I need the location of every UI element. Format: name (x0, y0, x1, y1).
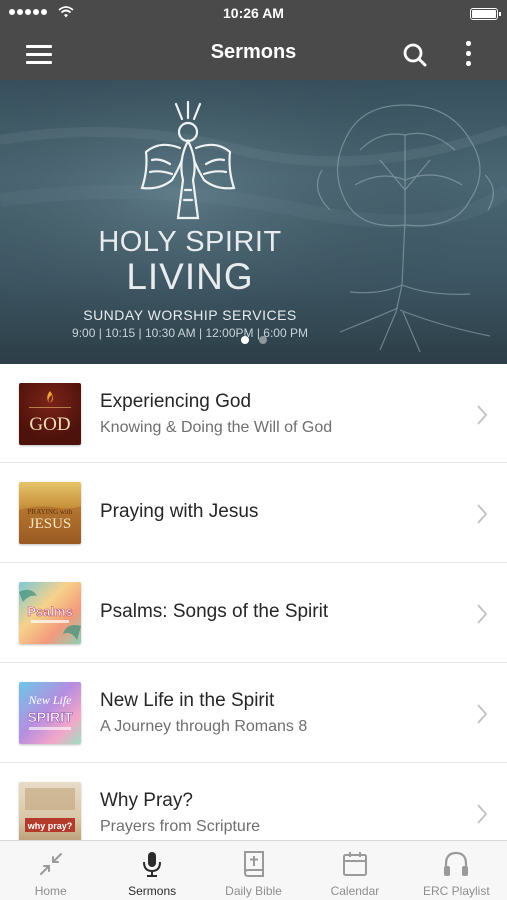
sermon-thumbnail: GOD (19, 383, 81, 445)
status-time: 10:26 AM (223, 5, 284, 21)
sermon-thumbnail: New Life SPIRIT (19, 682, 81, 744)
banner-title: HOLY SPIRIT (98, 226, 282, 258)
svg-text:why pray?: why pray? (27, 821, 73, 831)
sermon-subtitle: Knowing & Doing the Will of God (100, 419, 333, 436)
tab-sermons[interactable]: Sermons (101, 841, 202, 900)
page-dot[interactable] (258, 336, 267, 344)
tab-erc-playlist[interactable]: ERC Playlist (406, 841, 507, 900)
page-dot-active[interactable] (240, 336, 249, 344)
svg-text:GOD: GOD (29, 414, 70, 435)
featured-banner[interactable]: HOLY SPIRIT LIVING SUNDAY WORSHIP SERVIC… (0, 80, 507, 364)
svg-text:SPIRIT: SPIRIT (27, 709, 73, 725)
status-bar: 10:26 AM (0, 0, 507, 28)
chevron-right-icon (477, 604, 488, 624)
tab-daily-bible[interactable]: Daily Bible (203, 841, 304, 900)
search-icon[interactable] (400, 40, 430, 70)
tab-label: Home (34, 884, 67, 898)
sermon-thumbnail: PRAYING with JESUS (19, 482, 81, 544)
tab-bar: Home Sermons Daily Bible Calendar ERC Pl… (0, 840, 507, 900)
chevron-right-icon (477, 504, 488, 524)
sermon-thumbnail: Psalms (19, 582, 81, 644)
sermon-thumbnail: why pray? (19, 782, 81, 844)
sermon-text: Psalms: Songs of the Spirit (100, 601, 457, 623)
sermon-text: New Life in the Spirit A Journey through… (100, 690, 457, 736)
tab-calendar[interactable]: Calendar (304, 841, 405, 900)
sermon-text: Experiencing God Knowing & Doing the Wil… (100, 391, 457, 437)
sermon-title: Praying with Jesus (100, 501, 259, 522)
svg-text:New Life: New Life (27, 693, 72, 707)
banner-page-indicator[interactable] (0, 336, 507, 344)
sermon-subtitle: Prayers from Scripture (100, 818, 261, 835)
headphones-icon (444, 851, 469, 876)
menu-button[interactable] (22, 42, 56, 66)
tab-label: Sermons (128, 884, 177, 898)
page-title: Sermons (210, 41, 297, 63)
calendar-icon (342, 852, 367, 876)
svg-text:Psalms: Psalms (27, 604, 73, 619)
tab-label: Calendar (330, 884, 380, 898)
chevron-right-icon (477, 405, 488, 425)
sermon-title: Psalms: Songs of the Spirit (100, 601, 329, 622)
chevron-right-icon (477, 704, 488, 724)
tab-label: ERC Playlist (422, 884, 490, 898)
tab-label: Daily Bible (225, 884, 282, 898)
list-item[interactable]: GOD Experiencing God Knowing & Doing the… (0, 364, 507, 463)
sermon-text: Why Pray? Prayers from Scripture (100, 790, 457, 836)
svg-text:JESUS: JESUS (29, 516, 72, 532)
tab-home[interactable]: Home (0, 841, 101, 900)
battery-icon (470, 8, 501, 20)
list-item[interactable]: Psalms Psalms: Songs of the Spirit (0, 563, 507, 663)
microphone-icon (143, 852, 162, 877)
banner-subtitle: SUNDAY WORSHIP SERVICES (83, 307, 297, 323)
banner-title-line2: LIVING (126, 256, 254, 297)
svg-text:PRAYING with: PRAYING with (28, 508, 73, 516)
list-item[interactable]: PRAYING with JESUS Praying with Jesus (0, 463, 507, 563)
app-bar: Sermons (0, 28, 507, 80)
sermon-title: New Life in the Spirit (100, 690, 275, 711)
more-options-icon[interactable] (455, 38, 481, 70)
sermon-title: Why Pray? (100, 790, 193, 811)
chevron-right-icon (477, 804, 488, 824)
sermon-list: GOD Experiencing God Knowing & Doing the… (0, 364, 507, 863)
sermon-subtitle: A Journey through Romans 8 (100, 718, 308, 735)
list-item[interactable]: New Life SPIRIT New Life in the Spirit A… (0, 663, 507, 763)
collapse-arrows-icon (39, 853, 62, 875)
sermon-text: Praying with Jesus (100, 501, 457, 523)
sermon-title: Experiencing God (100, 391, 252, 412)
bible-icon (243, 851, 264, 877)
